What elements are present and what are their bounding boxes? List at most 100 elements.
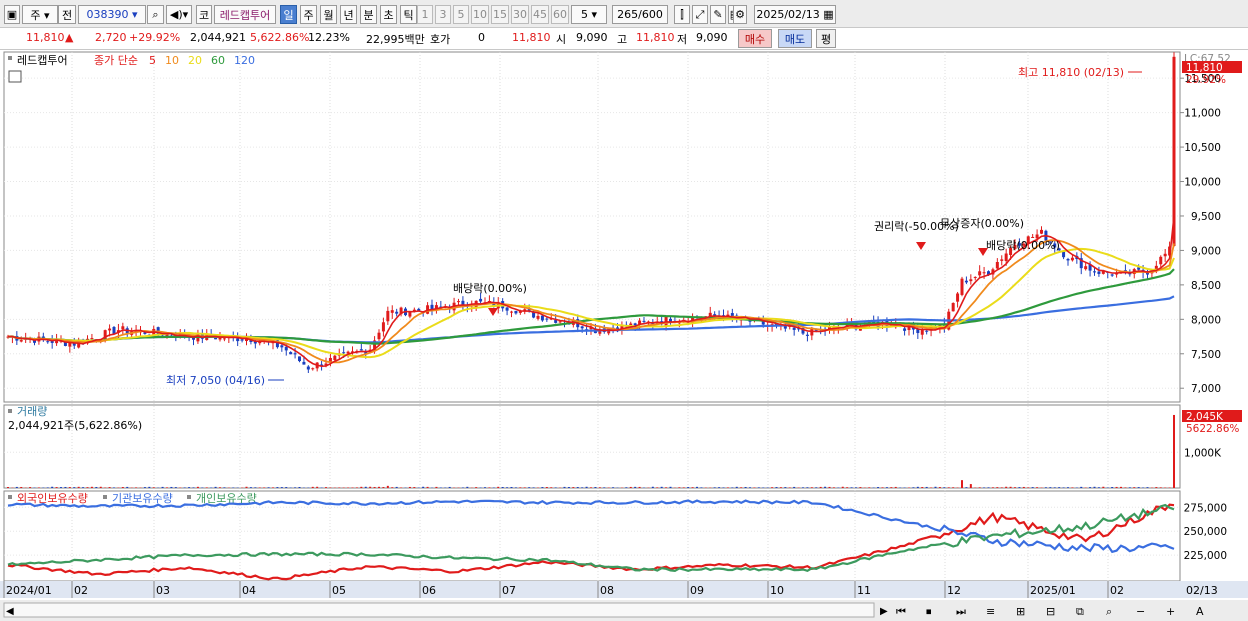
volume-bar [188,487,191,488]
candle-icon[interactable]: ⫿ [674,5,690,24]
type-select[interactable]: 주 ▾ [22,5,58,24]
period-분[interactable]: 분 [360,5,377,24]
search-icon[interactable]: ⌕ [147,5,164,24]
market-prefix[interactable]: 코 [196,5,212,24]
volume-bar [1053,487,1056,488]
volume-bar [1022,486,1025,488]
settings-icon[interactable]: ⚙ [733,5,747,24]
volume-bar [174,487,177,488]
period-년[interactable]: 년 [340,5,357,24]
volume-bar [563,486,566,488]
volume-bar [1111,487,1114,488]
sound-icon[interactable]: ◀)▾ [166,5,192,24]
x-tick-label: 10 [770,584,784,597]
date-input[interactable]: 2025/02/13 ▦ [754,5,836,24]
period-주[interactable]: 주 [300,5,317,24]
candle-body [964,280,968,283]
candle-body [19,340,23,342]
volume-bar [64,486,67,488]
volume-bar [316,486,319,488]
volume-bar [249,487,252,488]
x-tick-label: 02 [74,584,88,597]
volume-bar [426,486,429,488]
candle-body [306,366,310,370]
volume-bar [161,486,164,488]
volume-bar [143,487,146,488]
volume-bar [1128,487,1131,488]
volume-bar [1071,487,1074,488]
volume-bar [391,487,394,488]
interval-5[interactable]: 5 [453,5,469,24]
high-value: 11,810 [636,31,675,44]
prev-button[interactable]: 전 [58,5,76,24]
window-menu-icon[interactable]: ▣ [4,5,20,24]
volume-bar [713,487,716,488]
candle-body [240,339,244,341]
table-icon[interactable] [8,70,22,83]
interval-45[interactable]: 45 [531,5,549,24]
sell-button[interactable]: 매도 [778,29,812,48]
volume-bar [183,487,186,488]
candle-body [68,343,72,347]
interval-30[interactable]: 30 [511,5,529,24]
period-일[interactable]: 일 [280,5,297,24]
holding-tick-label: 275,000 [1184,502,1227,514]
candle-body [377,332,381,340]
average-button[interactable]: 평 [816,29,836,48]
price-tick-label: 11,000 [1184,108,1221,120]
candle-body [510,311,513,313]
volume-bar [1093,486,1096,488]
volume-bar [1005,486,1008,488]
buy-button[interactable]: 매수 [738,29,772,48]
x-end-label: 02/13 [1186,584,1218,597]
volume-bar [554,487,557,488]
volume-bar [461,487,464,488]
candle-body [46,341,50,343]
current-pct-text: 29.92% [1186,74,1226,86]
price-stock-name: 레드캡투어 [17,54,68,67]
volume-bar [95,486,98,488]
low-value: 9,090 [696,31,728,44]
volume-bar [806,487,809,488]
candle-body [1084,266,1088,270]
candle-body [978,271,982,276]
volume-bar [1067,487,1069,488]
interval-15[interactable]: 15 [491,5,509,24]
period-초[interactable]: 초 [380,5,397,24]
candle-body [920,329,924,335]
interval-3[interactable]: 3 [435,5,451,24]
volume-bar [731,487,734,488]
interval-10[interactable]: 10 [471,5,489,24]
volume-bar [108,487,111,488]
interval-60[interactable]: 60 [551,5,569,24]
volume-bar [545,487,548,488]
count-input[interactable]: 265/600 [612,5,668,24]
volume-bar [369,486,372,488]
volume-bar [961,480,963,488]
period-월[interactable]: 월 [320,5,337,24]
volume-bar [594,487,597,488]
interval-select[interactable]: 5 ▾ [571,5,607,24]
volume-bar [338,487,341,488]
volume-bar [846,487,849,488]
period-틱[interactable]: 틱 [400,5,417,24]
volume-bar [325,487,327,488]
volume-bar [916,486,919,488]
candle-body [629,323,633,326]
candle-body [390,310,394,313]
code-input[interactable]: 038390 ▾ [78,5,146,24]
tool-icon[interactable]: ⤢ [692,5,708,24]
volume-bar [77,486,80,488]
interval-1[interactable]: 1 [417,5,433,24]
volume-bar [722,487,725,488]
scroll-left-icon: ◀ [6,606,14,617]
scroll-track[interactable] [3,602,875,618]
volume-bar [855,487,857,488]
volume-bar [294,487,297,488]
volume-panel [3,404,1181,489]
x-tick-label: 2025/01 [1030,584,1076,597]
volume-value-text: 2,044,921주(5,622.86%) [8,419,142,432]
draw-icon[interactable]: ✎ [710,5,726,24]
quote-label: 호가 [430,33,451,46]
volume-bar [824,486,827,488]
